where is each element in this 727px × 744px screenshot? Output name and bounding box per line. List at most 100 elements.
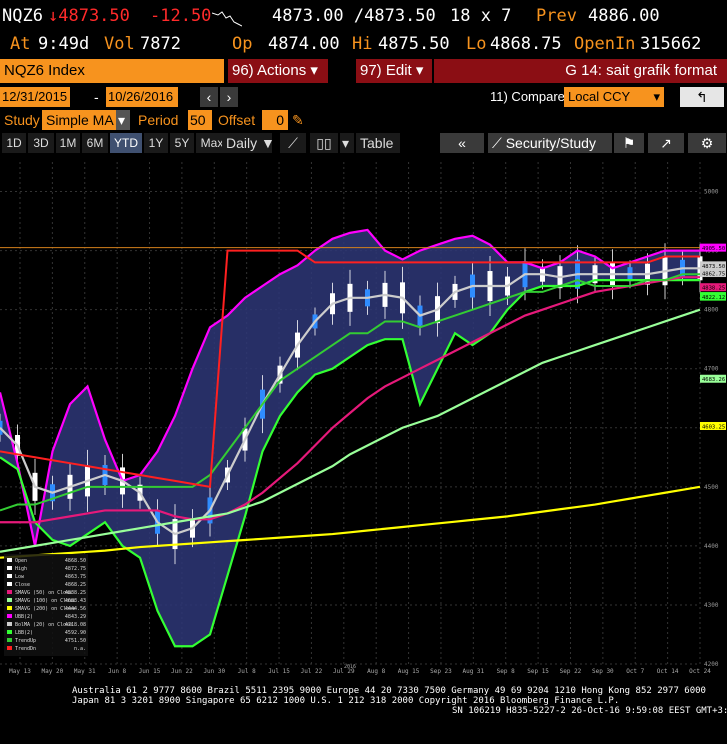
chevron-down-icon: ▾ [118, 112, 126, 128]
candle-chart-icon[interactable]: ▯▯ [310, 133, 338, 153]
vol-label: Vol [104, 34, 135, 54]
actions-label: 96) Actions [232, 62, 307, 79]
legend-entry-value: 4444.56 [65, 606, 86, 612]
x-tick-label: Oct 14 [657, 668, 679, 675]
security-study-button[interactable]: ⟋ Security/Study [488, 133, 612, 153]
actions-menu[interactable]: 96) Actions ▾ [228, 59, 328, 83]
footer-phone-line-2: Japan 81 3 3201 8900 Singapore 65 6212 1… [72, 696, 620, 706]
ticker: NQZ6 [2, 6, 43, 26]
high-label: Hi [352, 34, 373, 54]
offset-label: Offset [218, 112, 256, 128]
period-input[interactable]: 50 [188, 110, 212, 130]
range-button-ytd[interactable]: YTD [110, 133, 142, 153]
chevron-left-icon: ‹ [206, 89, 212, 105]
range-button-1m[interactable]: 1M [56, 133, 80, 153]
open-interest-label: OpenIn [574, 34, 636, 54]
legend-swatch [7, 590, 12, 594]
last-value-label: 4822.12 [702, 295, 725, 301]
frequency-select[interactable]: Daily ▼ [222, 133, 275, 153]
legend-entry-value: 4863.75 [65, 574, 86, 580]
price-chart[interactable]: May 13 May 20 May 31 Jun 8 Jun 15 Jun 22 Jun 3… [0, 156, 727, 676]
x-tick-label: Jul 8 [238, 668, 256, 675]
legend-entry-label: SMAVG (50) on Close [15, 590, 72, 596]
legend-swatch [7, 574, 12, 578]
line-chart-icon[interactable]: ⟋ [280, 133, 306, 153]
chevron-right-icon: › [226, 89, 232, 105]
flag-icon[interactable]: ⚑ [614, 133, 644, 153]
end-date-input[interactable]: 10/26/2016 [106, 87, 178, 107]
quote-row-1: NQZ6 ↓4873.50 -12.50 4873.00 /4873.50 18… [0, 4, 727, 32]
pencil-icon[interactable]: ✎ [292, 110, 308, 130]
low-label: Lo [466, 34, 487, 54]
x-tick-label: Oct 24 [689, 668, 711, 675]
range-button-3d[interactable]: 3D [28, 133, 54, 153]
x-tick-label: Sep 15 [527, 668, 549, 675]
range-button-6m[interactable]: 6M [82, 133, 108, 153]
prev-period-button[interactable]: ‹ [200, 87, 218, 107]
range-button-5y[interactable]: 5Y [170, 133, 194, 153]
edit-label: 97) Edit [360, 62, 412, 79]
legend-entry-label: BolMA (20) on Close [15, 622, 72, 628]
legend-entry-label: High [15, 566, 27, 572]
x-tick-label: Sep 8 [497, 668, 515, 675]
gear-icon[interactable]: ⚙ [688, 133, 726, 153]
at-value: 9:49d [38, 34, 90, 54]
legend-entry-value: 4838.25 [65, 590, 86, 596]
compare-select[interactable]: Local CCY ▾ [564, 87, 664, 107]
table-button[interactable]: Table [356, 133, 400, 153]
frequency-value: Daily [226, 135, 258, 151]
y-tick-label: 4500 [704, 484, 719, 491]
legend-swatch [7, 606, 12, 610]
legend-entry-value: 4718.08 [65, 622, 86, 628]
chevron-down-icon[interactable]: ▾ [340, 133, 354, 153]
y-tick-label: 5000 [704, 189, 719, 196]
back-arrow-icon: ↰ [696, 89, 708, 105]
study-bar: Study Simple MA ▾ Period 50 Offset 0 ✎ [0, 110, 727, 132]
last-value-label: 4683.26 [702, 377, 725, 383]
range-button-1y[interactable]: 1Y [144, 133, 168, 153]
prev-value: 4886.00 [588, 6, 660, 26]
last-value-label: 4862.75 [702, 272, 725, 278]
x-tick-label: Sep 22 [560, 668, 582, 675]
back-button[interactable]: ↰ [680, 87, 724, 107]
y-tick-label: 4400 [704, 543, 719, 550]
open-value: 4874.00 [268, 34, 340, 54]
study-select[interactable]: Simple MA [42, 110, 124, 130]
edit-menu[interactable]: 97) Edit ▾ [356, 59, 432, 83]
next-period-button[interactable]: › [220, 87, 238, 107]
sparkline-icon [212, 11, 242, 27]
year-label: 2016 [344, 664, 356, 670]
x-tick-label: Jun 30 [203, 668, 225, 675]
legend-entry-label: Low [15, 574, 25, 580]
security-field[interactable]: NQZ6 Index [0, 59, 224, 83]
bid-ask-size: 18 x 7 [450, 6, 512, 26]
legend-swatch [7, 638, 12, 642]
legend-entry-label: UBB(2) [15, 614, 33, 620]
last-value-label: 4873.50 [702, 264, 725, 270]
study-dropdown-button[interactable]: ▾ [116, 110, 130, 130]
chevron-down-icon: ▾ [310, 62, 318, 79]
range-button-1d[interactable]: 1D [2, 133, 26, 153]
compare-value: Local CCY [568, 89, 631, 104]
chevron-down-icon: ▾ [653, 89, 660, 104]
legend-swatch [7, 566, 12, 570]
legend-entry-label: Close [15, 582, 30, 588]
last-value-label: 4838.25 [702, 286, 725, 292]
start-date-input[interactable]: 12/31/2015 [0, 87, 70, 107]
last-price: ↓4873.50 [48, 6, 130, 26]
legend-entry-value: 4751.50 [65, 638, 86, 644]
study-icon: ⟋ [492, 135, 506, 151]
prev-label: Prev [536, 6, 577, 26]
date-separator: - [94, 89, 99, 105]
chart-title[interactable]: G 14: sait grafik format [434, 59, 727, 83]
offset-input[interactable]: 0 [262, 110, 288, 130]
x-tick-label: Aug 15 [398, 668, 420, 675]
date-bar: 12/31/2015 - 10/26/2016 ‹ › 11) Compare … [0, 86, 727, 110]
collapse-icon[interactable]: « [440, 133, 484, 153]
x-tick-label: Oct 7 [626, 668, 644, 675]
x-tick-label: Jun 15 [139, 668, 161, 675]
range-bar: 1D 3D 1M 6M YTD 1Y 5Y Max Daily ▼ ⟋ ▯▯ ▾ Table … [0, 132, 727, 154]
x-tick-label: Jun 22 [171, 668, 193, 675]
expand-icon[interactable]: ↗ [648, 133, 684, 153]
x-tick-label: Aug 8 [367, 668, 385, 675]
